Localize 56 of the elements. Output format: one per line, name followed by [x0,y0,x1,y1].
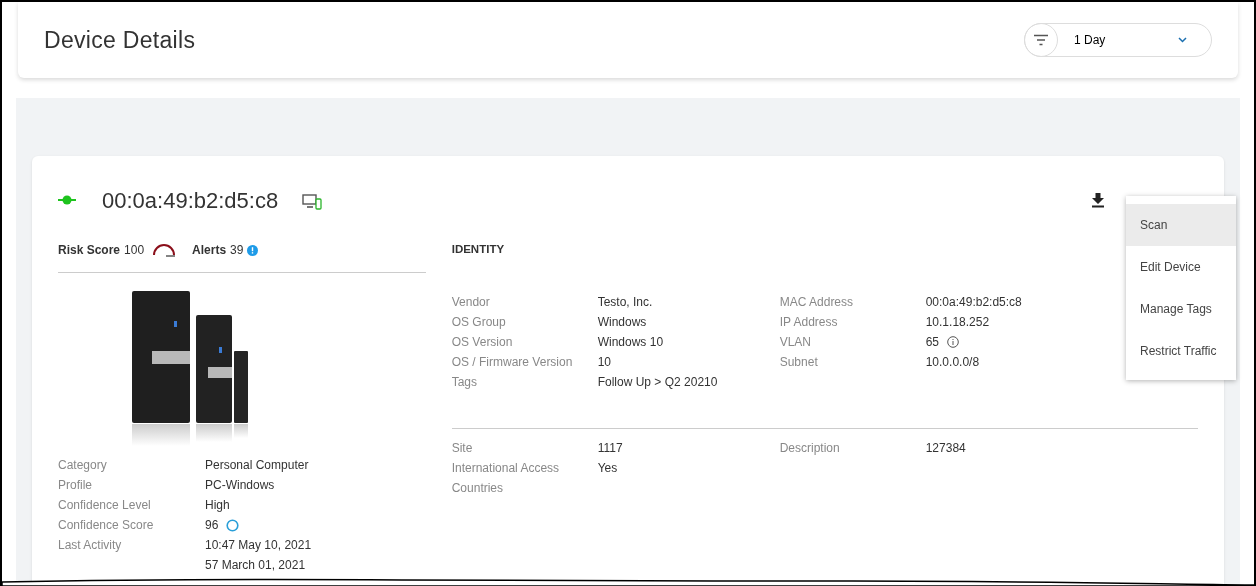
detail-label: OS Group [451,314,507,331]
detail-label: OS Version [451,334,514,351]
risk-gauge-icon [152,243,177,257]
detail-label: Tags [451,374,479,391]
menu-item[interactable]: Manage Tags [1126,288,1236,330]
detail-label: Description [779,440,841,457]
menu-item[interactable]: Edit Device [1126,246,1236,288]
detail-value: 10.1.18.252 [925,314,990,331]
progress-ring-icon [226,518,240,532]
detail-value: Windows [597,314,647,331]
detail-value: 10:47 May 10, 2021 [205,537,312,554]
detail-label: Vendor [451,294,491,311]
detail-label: VLAN [779,334,813,351]
risk-score-value: 100 [124,242,145,259]
detail-value: 00:0a:49:b2:d5:c8 [925,294,1022,311]
alerts-count: 39 [230,242,244,259]
download-icon[interactable] [1091,192,1105,208]
detail-label: Confidence Score [58,517,155,534]
computer-phone-icon [302,194,323,210]
detail-label: Profile [58,477,93,494]
detail-label: Last Activity [58,537,123,554]
detail-label: Category [58,457,108,474]
detail-label: International Access [451,460,561,477]
detail-value: 57 March 01, 2021 [205,557,306,574]
detail-value: Testo, Inc. [597,294,653,311]
menu-item[interactable]: Scan [1126,204,1236,246]
detail-value: 127384 [925,440,966,457]
detail-value: 96 [205,517,219,534]
filter-icon [1033,34,1049,46]
detail-label: Countries [451,480,505,497]
detail-label: OS / Firmware Version [451,354,574,371]
info-icon[interactable] [247,244,259,256]
detail-label: Site [451,440,474,457]
detail-value: Follow Up > Q2 20210 [597,374,718,391]
section-title: IDENTITY [451,242,505,258]
detail-value: High [205,497,230,514]
detail-value: Personal Computer [205,457,309,474]
device-mac-address: 00:0a:49:b2:d5:c8 [102,186,279,215]
detail-label: Subnet [779,354,819,371]
detail-label: Confidence Level [58,497,152,514]
detail-value: Yes [597,460,618,477]
detail-value: 10.0.0.0/8 [925,354,980,371]
detail-value: PC-Windows [205,477,275,494]
alerts-label: Alerts [192,242,227,259]
detail-value: Windows 10 [597,334,664,351]
detail-value: 10 [597,354,612,371]
page-title: Device Details [44,25,196,55]
chevron-down-icon [1178,37,1187,43]
risk-score-label: Risk Score [58,242,121,259]
detail-label: IP Address [779,314,839,331]
menu-item[interactable]: Restrict Traffic [1126,330,1236,372]
detail-value: 65 [925,334,940,351]
time-filter-dropdown[interactable]: 1 Day [1024,23,1212,57]
detail-value: 1117 [597,440,623,457]
detail-label: MAC Address [779,294,855,311]
info-icon[interactable] [947,336,960,348]
